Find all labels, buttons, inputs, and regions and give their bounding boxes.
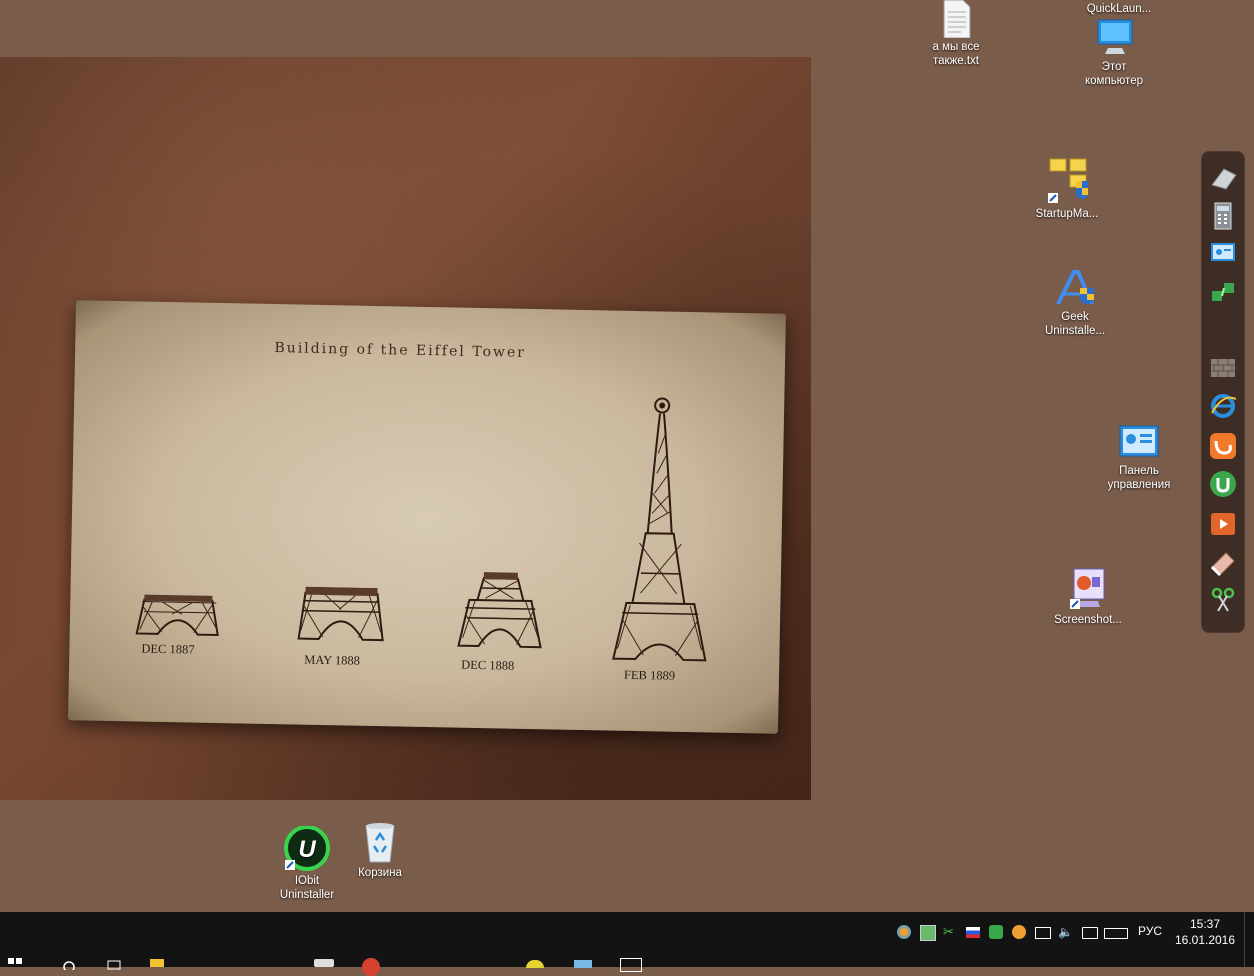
- eraser-icon[interactable]: [1208, 163, 1238, 193]
- geek-uninstaller-icon: [1056, 270, 1094, 305]
- desktop-icon-control-panel[interactable]: Панель управления: [1097, 424, 1181, 492]
- recycle-bin-icon: [365, 823, 395, 863]
- control-panel-icon[interactable]: [1208, 239, 1238, 269]
- tower-stage-4: [612, 397, 707, 662]
- taskbar: ✂ 🔈 РУС 15:37 16.01.2016: [0, 912, 1254, 976]
- show-desktop-button[interactable]: [1244, 912, 1254, 967]
- icon-label: Панель управления: [1107, 465, 1171, 491]
- desktop-icon-startup-manager[interactable]: StartupMa...: [1025, 157, 1109, 221]
- tray-network-icon[interactable]: [989, 925, 1003, 939]
- clock-time: 15:37: [1189, 917, 1221, 931]
- tray-volume-icon[interactable]: 🔈: [1058, 925, 1073, 939]
- text-file-icon: [943, 0, 971, 38]
- icon-label: Geek Uninstalle...: [1044, 311, 1106, 337]
- tray-monitor-icon[interactable]: [1035, 927, 1051, 939]
- firewall-icon[interactable]: [1208, 353, 1238, 383]
- language-indicator[interactable]: РУС: [1138, 924, 1162, 938]
- desktop-icon-this-pc[interactable]: Этот компьютер: [1072, 18, 1156, 88]
- side-dock: [1201, 151, 1245, 633]
- clock-date: 16.01.2016: [1174, 933, 1236, 947]
- icon-label: QuickLaun...: [1086, 3, 1152, 15]
- search-icon[interactable]: [62, 960, 76, 970]
- wallpaper-title: Building of the Eiffel Tower: [274, 340, 527, 361]
- desktop-icon-screenshot[interactable]: Screenshot...: [1046, 567, 1130, 627]
- stage-label: DEC 1887: [141, 641, 195, 657]
- calculator-icon[interactable]: [1208, 201, 1238, 231]
- clock[interactable]: 15:37 16.01.2016: [1170, 916, 1240, 948]
- tower-stage-1: [135, 594, 219, 637]
- task-view-icon[interactable]: [106, 960, 124, 970]
- wallpaper-image: Building of the Eiffel Tower DEC 1887 MA…: [0, 57, 811, 800]
- icon-label: Корзина: [358, 867, 402, 879]
- stage-label: DEC 1888: [461, 657, 515, 673]
- iobit-uninstaller-icon: U: [284, 826, 330, 871]
- computer-icon: [1097, 19, 1133, 54]
- tower-stage-2: [297, 586, 384, 642]
- tray-avast-icon[interactable]: [1012, 925, 1026, 939]
- tray-app-icon[interactable]: [920, 925, 936, 941]
- ucbrowser-icon[interactable]: [1208, 431, 1238, 461]
- icon-label: StartupMa...: [1035, 208, 1099, 220]
- tray-browser-icon[interactable]: [897, 925, 911, 939]
- startup-manager-icon: [1048, 158, 1088, 203]
- icon-label: Этот компьютер: [1085, 61, 1143, 87]
- taskbar-app-explorer[interactable]: [150, 959, 300, 967]
- utorrent-icon[interactable]: [1208, 469, 1238, 499]
- scissors-icon[interactable]: [1208, 585, 1238, 615]
- media-player-icon[interactable]: [1208, 509, 1238, 539]
- parchment: Building of the Eiffel Tower DEC 1887 MA…: [68, 300, 786, 734]
- tray-flag-icon[interactable]: [966, 927, 980, 938]
- icon-label: Screenshot...: [1054, 614, 1122, 626]
- tray-notifications-icon[interactable]: [1082, 927, 1098, 939]
- desktop-icon-geek-uninstaller[interactable]: Geek Uninstalle...: [1033, 268, 1117, 338]
- keyboard-icon[interactable]: [1104, 928, 1128, 939]
- desktop-icon-text-file[interactable]: а мы все также.txt: [914, 0, 998, 68]
- desktop-icon-quicklaunch[interactable]: QuickLaun...: [1077, 2, 1161, 16]
- tower-stage-3: [457, 572, 542, 649]
- eraser-tool-icon[interactable]: [1208, 547, 1238, 577]
- tray-scissors-icon[interactable]: ✂: [943, 925, 957, 939]
- taskbar-app-browser[interactable]: [362, 958, 380, 976]
- start-button-icon[interactable]: [8, 958, 22, 972]
- desktop-icon-iobit[interactable]: U IObit Uninstaller: [265, 826, 349, 902]
- icon-label: IObit Uninstaller: [279, 875, 335, 901]
- svg-text:U: U: [298, 836, 316, 863]
- network-icon[interactable]: [1208, 277, 1238, 307]
- icon-label: а мы все также.txt: [932, 41, 980, 67]
- folder-icon: [150, 959, 164, 967]
- stage-label: MAY 1888: [304, 652, 361, 668]
- taskbar-app-store[interactable]: [314, 959, 334, 967]
- control-panel-icon: [1119, 425, 1159, 457]
- screenshot-icon: [1070, 568, 1105, 609]
- taskbar-app-window[interactable]: [620, 958, 642, 972]
- desktop-icon-recycle-bin[interactable]: Корзина: [338, 820, 422, 880]
- stage-label: FEB 1889: [623, 667, 676, 683]
- ie-icon[interactable]: [1208, 391, 1238, 421]
